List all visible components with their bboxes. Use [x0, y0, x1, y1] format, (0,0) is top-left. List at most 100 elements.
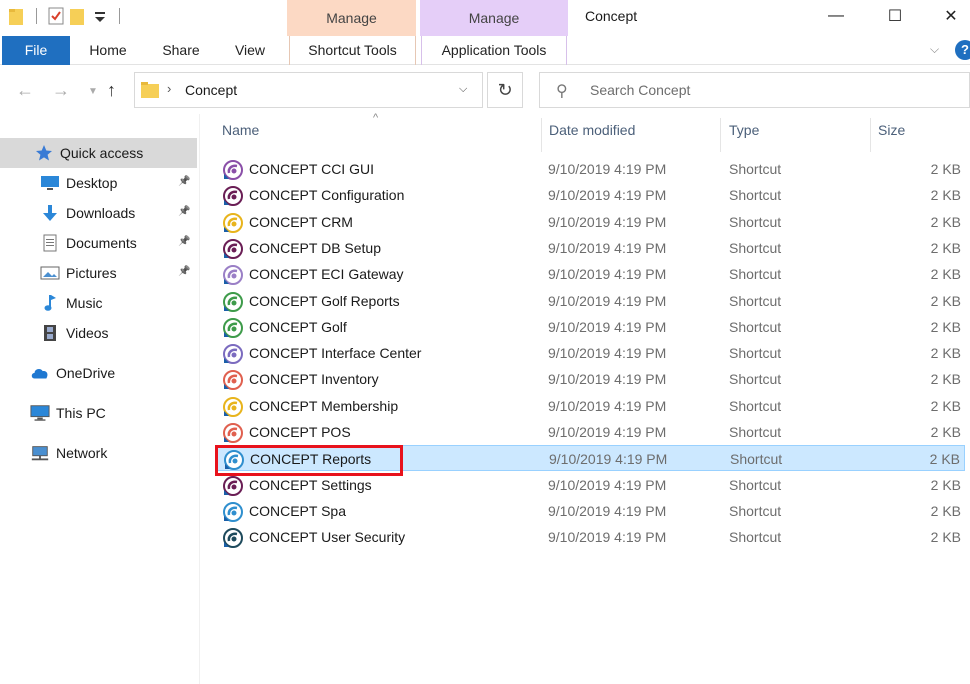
sidebar-item-quick-access[interactable]: Quick access [0, 138, 197, 168]
file-size: 2 KB [930, 318, 961, 335]
properties-icon[interactable] [47, 6, 65, 26]
music-note-icon [40, 294, 60, 312]
column-divider[interactable] [870, 118, 871, 152]
search-icon: ⚲ [556, 83, 568, 100]
tab-home[interactable]: Home [78, 36, 138, 65]
tab-application-tools[interactable]: Application Tools [421, 36, 567, 65]
file-type: Shortcut [729, 292, 782, 309]
sidebar-item-desktop[interactable]: Desktop 📌 [0, 168, 197, 198]
file-row[interactable]: CONCEPT Golf 9/10/2019 4:19 PM Shortcut 2 K… [217, 314, 965, 340]
sidebar-item-downloads[interactable]: Downloads 📌 [0, 198, 197, 228]
concept-shortcut-icon [223, 423, 243, 443]
file-name: CONCEPT Golf Reports [249, 292, 400, 309]
folder-icon[interactable] [8, 6, 26, 26]
refresh-icon: ↻ [497, 79, 513, 100]
customize-toolbar-icon[interactable] [91, 6, 109, 26]
column-header-type[interactable]: Type [729, 122, 759, 138]
file-row[interactable]: CONCEPT DB Setup 9/10/2019 4:19 PM Shortcu… [217, 235, 965, 261]
sidebar-item-label: Pictures [66, 265, 117, 281]
file-row[interactable]: CONCEPT ECI Gateway 9/10/2019 4:19 PM Shor… [217, 261, 965, 287]
recent-locations-chevron-icon[interactable]: ▼ [88, 86, 98, 97]
search-box[interactable]: ⚲ Search Concept [539, 72, 970, 108]
sidebar-item-network[interactable]: Network [0, 438, 197, 468]
sidebar-item-music[interactable]: Music [0, 288, 197, 318]
file-name: CONCEPT Configuration [249, 187, 405, 204]
file-row[interactable]: CONCEPT CRM 9/10/2019 4:19 PM Shortcut 2 KB [217, 209, 965, 235]
breadcrumb-concept[interactable]: Concept [185, 82, 237, 98]
file-size: 2 KB [930, 213, 961, 230]
expand-ribbon-chevron-icon[interactable]: ⌵ [930, 42, 939, 57]
file-name: CONCEPT Membership [249, 397, 399, 414]
context-tab-manage-application[interactable]: Manage [420, 0, 568, 36]
file-size: 2 KB [930, 266, 961, 283]
film-icon [40, 324, 60, 342]
concept-shortcut-icon [223, 501, 243, 522]
file-date-modified: 9/10/2019 4:19 PM [548, 213, 667, 230]
file-type: Shortcut [729, 266, 782, 283]
file-name: CONCEPT CRM [249, 213, 353, 230]
highlight-annotation-box [215, 445, 403, 476]
sidebar-item-documents[interactable]: Documents 📌 [0, 228, 197, 258]
help-icon[interactable]: ? [955, 40, 970, 60]
file-row[interactable]: CONCEPT Golf Reports 9/10/2019 4:19 PM Sho… [217, 288, 965, 314]
column-divider[interactable] [541, 118, 542, 152]
sidebar-item-label: Videos [66, 325, 109, 341]
sidebar-item-videos[interactable]: Videos [0, 318, 197, 348]
tab-file[interactable]: File [2, 36, 70, 65]
concept-shortcut-icon [223, 160, 243, 180]
file-row[interactable]: CONCEPT Spa 9/10/2019 4:19 PM Shortcut 2 KB [217, 498, 965, 524]
tab-shortcut-tools[interactable]: Shortcut Tools [289, 36, 416, 65]
refresh-button[interactable]: ↻ [487, 72, 523, 108]
navigation-bar: ← → ▼ ↑ › Concept ⌵ ↻ ⚲ Search Concept [0, 66, 970, 114]
new-folder-icon[interactable] [69, 6, 87, 26]
concept-shortcut-icon [223, 344, 243, 365]
file-row[interactable]: CONCEPT Inventory 9/10/2019 4:19 PM Shortc… [217, 366, 965, 392]
back-arrow-icon[interactable]: ← [16, 80, 34, 101]
file-size: 2 KB [930, 371, 961, 388]
pin-icon[interactable]: 📌 [178, 206, 190, 217]
sidebar-item-onedrive[interactable]: OneDrive [0, 358, 197, 388]
pin-icon[interactable]: 📌 [178, 266, 190, 277]
column-divider[interactable] [720, 118, 721, 152]
pin-icon[interactable]: 📌 [178, 236, 190, 247]
quick-access-toolbar [8, 6, 126, 26]
file-type: Shortcut [729, 424, 782, 440]
file-row[interactable]: CONCEPT Membership 9/10/2019 4:19 PM Short… [217, 393, 965, 419]
minimize-button[interactable]: — [813, 0, 859, 32]
maximize-button[interactable]: ☐ [872, 0, 918, 32]
column-header-date-modified[interactable]: Date modified [549, 122, 635, 138]
context-tab-manage-shortcut[interactable]: Manage [287, 0, 416, 36]
file-size: 2 KB [930, 397, 961, 414]
concept-shortcut-icon [223, 212, 243, 233]
column-header-name[interactable]: Name [222, 122, 259, 138]
column-header-size[interactable]: Size [878, 122, 905, 138]
toolbar-divider [119, 8, 120, 24]
file-row[interactable]: CONCEPT Configuration 9/10/2019 4:19 PM Sh… [217, 182, 965, 208]
concept-shortcut-icon [223, 238, 243, 259]
file-date-modified: 9/10/2019 4:19 PM [548, 318, 667, 335]
file-type: Shortcut [729, 529, 782, 546]
sidebar-item-pictures[interactable]: Pictures 📌 [0, 258, 197, 288]
concept-shortcut-icon [223, 396, 243, 417]
file-row[interactable]: CONCEPT User Security 9/10/2019 4:19 PM Sh… [217, 524, 965, 550]
forward-arrow-icon[interactable]: → [52, 80, 70, 101]
close-button[interactable]: ✕ [928, 0, 970, 32]
address-dropdown-chevron-icon[interactable]: ⌵ [459, 83, 467, 96]
file-row[interactable]: CONCEPT POS 9/10/2019 4:19 PM Shortcut 2 KB [217, 419, 965, 445]
picture-icon [40, 264, 60, 282]
tab-view[interactable]: View [226, 36, 274, 65]
file-row[interactable]: CONCEPT CCI GUI 9/10/2019 4:19 PM Shortcut… [217, 156, 965, 182]
file-row[interactable]: CONCEPT Interface Center 9/10/2019 4:19 P… [217, 340, 965, 366]
up-arrow-icon[interactable]: ↑ [107, 80, 116, 101]
pin-icon[interactable]: 📌 [178, 176, 190, 187]
file-date-modified: 9/10/2019 4:19 PM [548, 529, 667, 546]
sidebar-item-this-pc[interactable]: This PC [0, 398, 197, 428]
sidebar-item-label: Documents [66, 235, 137, 251]
concept-shortcut-icon [223, 186, 243, 207]
tab-share[interactable]: Share [155, 36, 207, 65]
document-icon [40, 234, 60, 252]
window-title: Concept [585, 8, 638, 24]
navigation-pane: Quick access Desktop 📌 Downloads 📌 Documents 📌… [0, 114, 200, 684]
sidebar-item-label: This PC [56, 405, 106, 421]
address-bar[interactable]: › Concept ⌵ [134, 72, 483, 108]
